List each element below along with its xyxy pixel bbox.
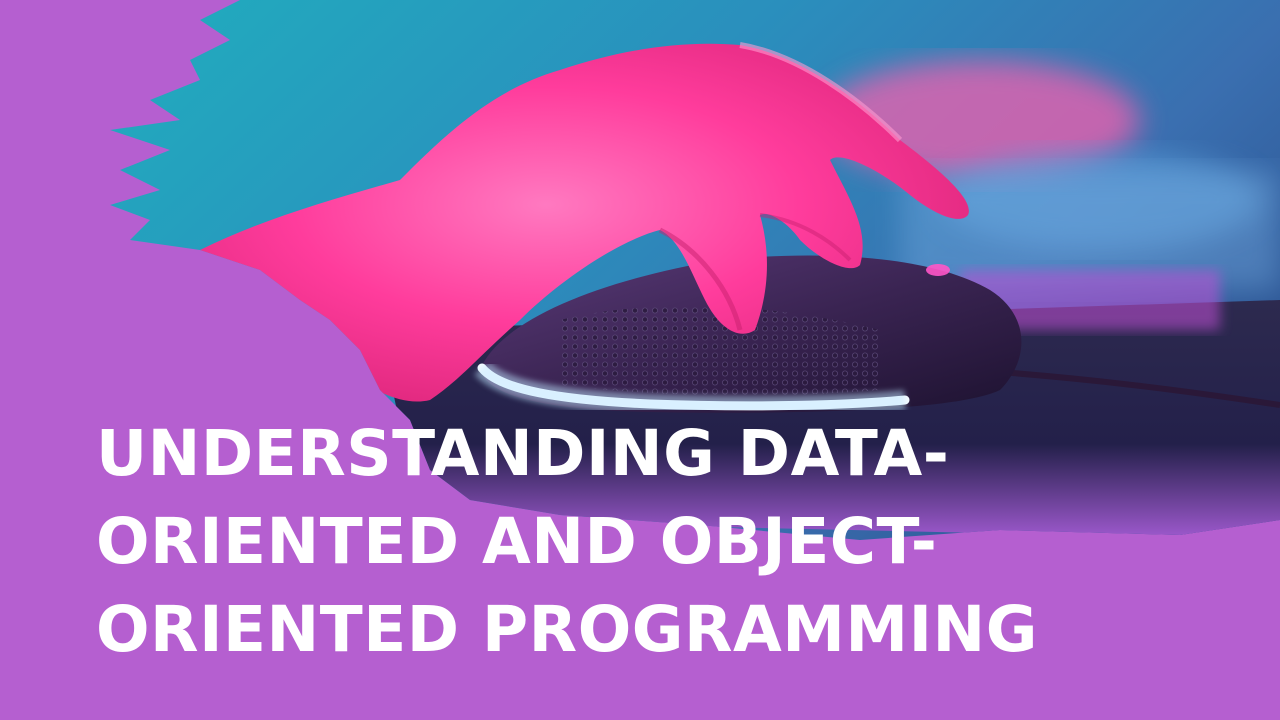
headline: UNDERSTANDING DATA- ORIENTED AND OBJECT-… (96, 410, 1038, 674)
headline-line-3: ORIENTED PROGRAMMING (96, 593, 1038, 666)
article-banner: UNDERSTANDING DATA- ORIENTED AND OBJECT-… (0, 0, 1280, 720)
headline-line-1: UNDERSTANDING DATA- (96, 417, 950, 490)
headline-line-2: ORIENTED AND OBJECT- (96, 505, 938, 578)
